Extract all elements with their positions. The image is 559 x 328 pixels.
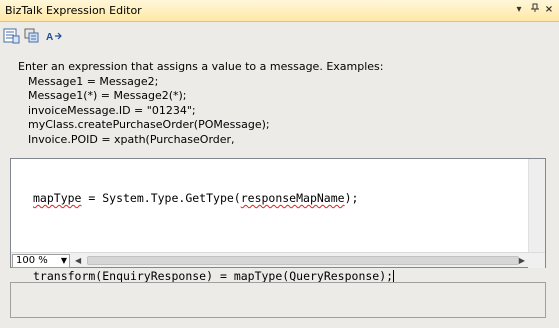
- parameter-info-icon[interactable]: [24, 27, 42, 45]
- code-line: mapType = System.Type.GetType(responseMa…: [33, 192, 394, 205]
- code-token: mapType: [233, 269, 283, 283]
- list-members-icon[interactable]: [3, 27, 21, 45]
- toolbar: A: [0, 23, 559, 49]
- editor-gutter: [11, 159, 22, 253]
- text-caret: [393, 270, 395, 282]
- code-token: QueryResponse: [289, 269, 380, 283]
- window-title: BizTalk Expression Editor: [5, 4, 142, 17]
- chevron-down-icon[interactable]: ▼: [61, 255, 67, 267]
- word-completion-icon[interactable]: A: [45, 27, 63, 45]
- editor-status-bar: 100 % ▼ ◀ ▶: [11, 252, 545, 268]
- code-token: EnquiryResponse: [102, 269, 207, 283]
- code-token: );: [344, 191, 359, 205]
- message-panel: [10, 282, 546, 318]
- code-token: = System.Type.GetType(: [81, 191, 241, 205]
- example-line: Message1(*) = Message2(*);: [28, 89, 187, 103]
- instructions: Enter an expression that assigns a value…: [18, 60, 538, 148]
- scroll-corner: [528, 253, 545, 268]
- title-bar: BizTalk Expression Editor ▾ ×: [0, 0, 559, 22]
- code-token: ) =: [206, 269, 234, 283]
- svg-text:A: A: [46, 32, 53, 43]
- vertical-scrollbar[interactable]: [528, 159, 545, 252]
- code-token: transform(: [33, 269, 103, 283]
- code-token: );: [379, 269, 394, 283]
- instructions-intro: Enter an expression that assigns a value…: [18, 60, 384, 73]
- expression-editor[interactable]: mapType = System.Type.GetType(responseMa…: [10, 158, 546, 283]
- code-token: mapType: [33, 191, 82, 205]
- example-line: Message1 = Message2;: [28, 74, 159, 88]
- zoom-select[interactable]: 100 % ▼: [12, 254, 70, 268]
- zoom-value: 100 %: [16, 255, 48, 266]
- dropdown-arrow-icon[interactable]: ▾: [512, 3, 526, 17]
- close-icon[interactable]: ×: [542, 3, 556, 17]
- example-line: invoiceMessage.ID = "01234";: [28, 103, 196, 117]
- horizontal-scrollbar[interactable]: ◀ ▶: [73, 254, 527, 267]
- code-token: responseMapName: [240, 191, 345, 205]
- pin-icon[interactable]: [528, 3, 542, 17]
- example-line: myClass.createPurchaseOrder(POMessage);: [28, 118, 270, 132]
- scrollbar-thumb[interactable]: [87, 256, 519, 265]
- scroll-left-icon[interactable]: ◀: [75, 254, 81, 267]
- scroll-right-icon[interactable]: ▶: [519, 254, 525, 267]
- example-line: Invoice.POID = xpath(PurchaseOrder,: [28, 132, 235, 146]
